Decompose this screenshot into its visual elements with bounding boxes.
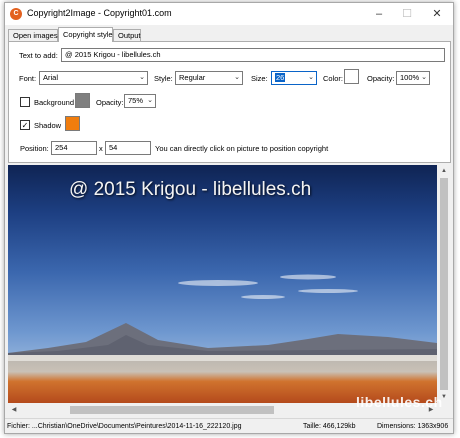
style-select[interactable]: Regular ⌄ bbox=[175, 71, 243, 85]
opacity-select-value: 100% bbox=[400, 73, 420, 82]
scroll-up-icon[interactable]: ▲ bbox=[437, 165, 451, 177]
chevron-down-icon: ⌄ bbox=[147, 97, 153, 104]
text-color-swatch[interactable] bbox=[344, 69, 359, 84]
copyright-overlay-text[interactable]: @ 2015 Krigou - libellules.ch bbox=[69, 179, 311, 201]
position-hint: You can directly click on picture to pos… bbox=[155, 144, 329, 153]
maximize-button[interactable]: ☐ bbox=[393, 5, 421, 23]
minimize-button[interactable]: – bbox=[365, 5, 393, 23]
background-opacity-select[interactable]: 75% ⌄ bbox=[124, 94, 156, 108]
title-bar: C Copyright2Image - Copyright01.com – ☐ … bbox=[5, 3, 453, 25]
scroll-left-icon[interactable]: ◀ bbox=[8, 403, 20, 417]
background-color-swatch[interactable] bbox=[75, 93, 90, 108]
background-opacity-label: Opacity: bbox=[96, 98, 124, 107]
copyright-style-panel: Text to add: @ 2015 Krigou - libellules.… bbox=[8, 41, 451, 163]
background-checkbox[interactable] bbox=[20, 97, 30, 107]
position-separator: x bbox=[99, 144, 103, 153]
shadow-checkbox[interactable]: ✓ bbox=[20, 120, 30, 130]
vertical-scrollbar[interactable]: ▲ ▼ bbox=[437, 165, 451, 403]
shadow-color-swatch[interactable] bbox=[65, 116, 80, 131]
horizontal-scroll-thumb[interactable] bbox=[70, 406, 274, 414]
font-select-value: Arial bbox=[43, 73, 59, 82]
image-preview[interactable]: @ 2015 Krigou - libellules.ch bbox=[8, 165, 437, 403]
status-file-size: Taille: 466,129kb bbox=[303, 423, 356, 430]
font-select[interactable]: Arial ⌄ bbox=[39, 71, 148, 85]
chevron-down-icon: ⌄ bbox=[308, 74, 314, 81]
position-y-input[interactable]: 54 bbox=[105, 141, 151, 155]
tab-output[interactable]: Output bbox=[113, 29, 141, 41]
chevron-down-icon: ⌄ bbox=[139, 74, 145, 81]
text-to-add-label: Text to add: bbox=[19, 51, 58, 60]
tab-open-images[interactable]: Open images bbox=[8, 29, 58, 41]
size-label: Size: bbox=[251, 74, 268, 83]
app-window: C Copyright2Image - Copyright01.com – ☐ … bbox=[4, 2, 454, 434]
vertical-scroll-thumb[interactable] bbox=[440, 178, 448, 390]
status-bar: Fichier: ...Christian\OneDrive\Documents… bbox=[5, 418, 453, 433]
position-x-input[interactable]: 254 bbox=[51, 141, 97, 155]
position-label: Position: bbox=[20, 144, 49, 153]
style-label: Style: bbox=[154, 74, 173, 83]
status-file-path: Fichier: ...Christian\OneDrive\Documents… bbox=[7, 423, 242, 430]
checkmark-icon: ✓ bbox=[21, 121, 29, 130]
color-label: Color: bbox=[323, 74, 344, 83]
window-title: Copyright2Image - Copyright01.com bbox=[27, 8, 172, 18]
shadow-label: Shadow bbox=[34, 121, 62, 130]
close-button[interactable]: ✕ bbox=[423, 5, 451, 23]
chevron-down-icon: ⌄ bbox=[234, 74, 240, 81]
opacity-select[interactable]: 100% ⌄ bbox=[396, 71, 430, 85]
site-watermark: libellules.ch bbox=[356, 394, 443, 410]
size-select[interactable]: 26 ⌄ bbox=[271, 71, 317, 85]
font-label: Font: bbox=[19, 74, 37, 83]
opacity-label: Opacity: bbox=[367, 74, 395, 83]
background-label: Background bbox=[34, 98, 75, 107]
size-select-value: 26 bbox=[275, 73, 286, 82]
tab-copyright-style[interactable]: Copyright style bbox=[58, 27, 113, 42]
status-dimensions: Dimensions: 1363x906 bbox=[377, 423, 449, 430]
background-opacity-value: 75% bbox=[128, 96, 144, 105]
copyright-app-icon: C bbox=[10, 8, 22, 20]
chevron-down-icon: ⌄ bbox=[421, 74, 427, 81]
text-to-add-input[interactable]: @ 2015 Krigou - libellules.ch bbox=[61, 48, 445, 62]
style-select-value: Regular bbox=[179, 73, 206, 82]
